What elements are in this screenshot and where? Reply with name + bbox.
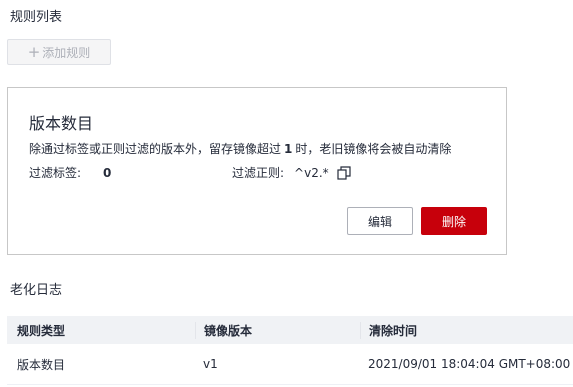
cell-clear-time: 2021/09/01 18:04:04 GMT+08:00	[368, 357, 571, 371]
rule-description: 除通过标签或正则过滤的版本外，留存镜像超过 1 时，老旧镜像将会被自动清除	[29, 140, 451, 157]
delete-button[interactable]: 删除	[421, 207, 487, 235]
log-table: 规则类型 镜像版本 清除时间 版本数目 v1 2021/09/01 18:04:…	[7, 316, 573, 385]
regex-filter: 过滤正则: ^v2.*	[232, 164, 351, 181]
column-header-image-version: 镜像版本	[195, 321, 360, 339]
plus-icon: +	[27, 42, 41, 61]
log-section-title: 老化日志	[10, 283, 63, 298]
column-header-clear-time: 清除时间	[360, 321, 573, 339]
rules-section-title: 规则列表	[10, 10, 63, 25]
edit-button[interactable]: 编辑	[347, 207, 413, 235]
regex-filter-label: 过滤正则:	[232, 166, 285, 180]
copy-icon[interactable]	[337, 165, 351, 180]
rule-desc-count: 1	[284, 142, 293, 156]
tag-filter: 过滤标签: 0	[29, 164, 111, 181]
table-header: 规则类型 镜像版本 清除时间	[7, 316, 573, 344]
rule-card: 版本数目 除通过标签或正则过滤的版本外，留存镜像超过 1 时，老旧镜像将会被自动清除…	[7, 87, 507, 255]
rule-desc-suffix: 时，老旧镜像将会被自动清除	[295, 142, 452, 156]
rule-card-title: 版本数目	[29, 114, 94, 133]
rule-desc-prefix: 除通过标签或正则过滤的版本外，留存镜像超过	[29, 142, 282, 156]
add-rule-label: 添加规则	[42, 45, 91, 60]
add-rule-button[interactable]: + 添加规则	[7, 39, 111, 65]
cell-rule-type: 版本数目	[17, 357, 66, 372]
tag-filter-label: 过滤标签:	[29, 166, 82, 180]
cell-image-version: v1	[203, 357, 218, 371]
tag-filter-value: 0	[103, 165, 112, 180]
column-header-rule-type: 规则类型	[17, 323, 66, 338]
regex-filter-value: ^v2.*	[294, 165, 329, 180]
table-row: 版本数目 v1 2021/09/01 18:04:04 GMT+08:00	[7, 344, 573, 385]
